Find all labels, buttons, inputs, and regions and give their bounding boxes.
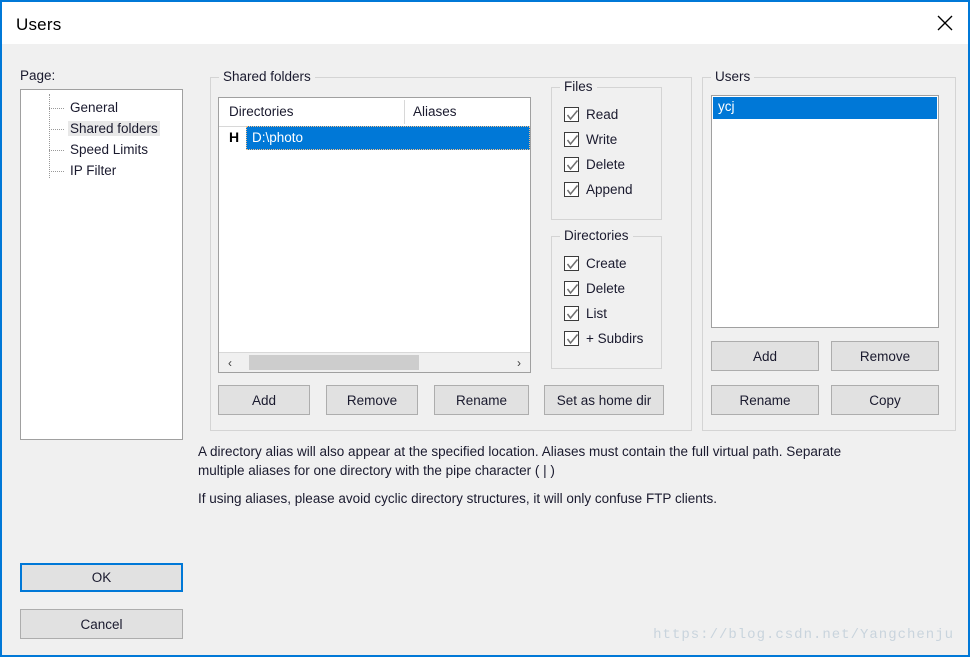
column-header-directories[interactable]: Directories [229,104,294,119]
checkbox-subdirs[interactable] [564,331,579,346]
watermark-text: https://blog.csdn.net/Yangchenju [653,627,954,643]
checkbox-label: Delete [586,281,626,296]
sidebar-item-label: Shared folders [68,121,160,136]
checkbox-list[interactable] [564,306,579,321]
user-name-text: ycj [718,99,735,114]
list-item[interactable]: ycj [713,97,937,119]
tree-branch-icon [49,171,64,173]
sidebar-item-shared-folders[interactable]: Shared folders [21,119,182,140]
checkbox-label: List [586,306,608,321]
files-group-title: Files [560,79,597,94]
sidebar-item-speed-limits[interactable]: Speed Limits [21,140,182,161]
alias-description-paragraph-2: If using aliases, please avoid cyclic di… [198,491,717,506]
users-dialog: Users Page: General Shared folders Speed… [0,0,970,657]
tree-branch-icon [49,108,64,110]
checkbox-label: Write [586,132,618,147]
page-tree[interactable]: General Shared folders Speed Limits IP F… [20,89,183,440]
window-title: Users [16,15,62,34]
scroll-left-icon[interactable]: ‹ [221,353,239,372]
close-icon[interactable] [922,2,968,43]
title-bar: Users [2,2,968,44]
directories-permissions-group: Directories Create Delete List + Subdirs [551,228,662,369]
checkbox-create[interactable] [564,256,579,271]
column-header-aliases[interactable]: Aliases [413,104,457,119]
directories-group-title: Directories [560,228,633,243]
users-group-title: Users [711,69,755,84]
checkbox-label: + Subdirs [586,331,644,346]
checkbox-label: Read [586,107,619,122]
checkbox-append[interactable] [564,182,579,197]
users-remove-button[interactable]: Remove [831,341,939,371]
shared-folders-group-title: Shared folders [219,69,315,84]
sidebar-item-label: General [70,100,119,115]
table-row[interactable]: H D:\photo [219,126,530,150]
alias-description-paragraph-1: A directory alias will also appear at th… [198,444,842,478]
users-copy-button[interactable]: Copy [831,385,939,415]
folders-remove-button[interactable]: Remove [326,385,418,415]
checkbox-dir-delete[interactable] [564,281,579,296]
folders-add-button[interactable]: Add [218,385,310,415]
shared-folders-header: Directories Aliases [219,98,530,127]
sidebar-item-label: IP Filter [70,163,117,178]
checkbox-label: Delete [586,157,626,172]
checkbox-label: Append [586,182,633,197]
tree-branch-icon [49,129,64,131]
directory-path-text: D:\photo [252,130,304,145]
checkbox-delete[interactable] [564,157,579,172]
checkbox-label: Create [586,256,627,271]
users-list[interactable]: ycj [711,95,939,328]
sidebar-item-label: Speed Limits [70,142,149,157]
horizontal-scrollbar[interactable]: ‹ › [219,352,530,372]
checkbox-read[interactable] [564,107,579,122]
ok-button[interactable]: OK [20,563,183,592]
scroll-right-icon[interactable]: › [510,353,528,372]
files-permissions-group: Files Read Write Delete Append [551,79,662,220]
cancel-button[interactable]: Cancel [20,609,183,639]
sidebar-item-general[interactable]: General [21,98,182,119]
scrollbar-thumb[interactable] [249,355,419,370]
table-row-selected[interactable]: D:\photo [246,126,530,150]
sidebar-item-ip-filter[interactable]: IP Filter [21,161,182,182]
users-rename-button[interactable]: Rename [711,385,819,415]
page-list-label: Page: [20,68,56,83]
users-add-button[interactable]: Add [711,341,819,371]
checkbox-write[interactable] [564,132,579,147]
column-divider[interactable] [404,100,405,124]
folders-rename-button[interactable]: Rename [434,385,529,415]
home-dir-marker: H [229,129,240,145]
shared-folders-list[interactable]: Directories Aliases H D:\photo ‹ › [218,97,531,373]
set-as-home-dir-button[interactable]: Set as home dir [544,385,664,415]
tree-branch-icon [49,150,64,152]
